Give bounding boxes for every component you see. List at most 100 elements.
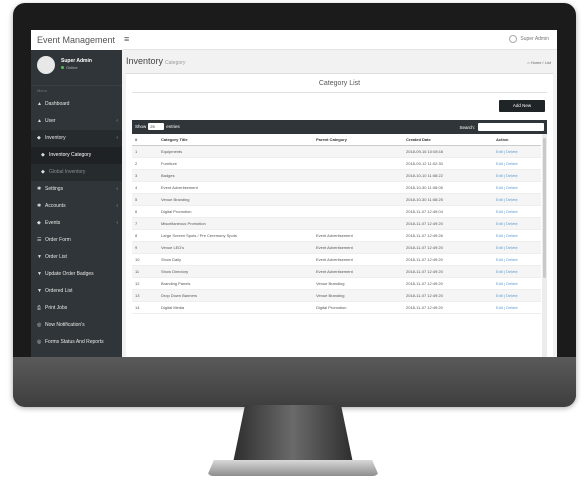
avatar [37,56,55,74]
sidebar-item-ordered-list[interactable]: ▼ Ordered List [31,283,122,300]
row-actions[interactable]: Edit | Delete [493,301,541,314]
chevron-left-icon: ‹ [116,186,118,192]
table-cell: Event Advertisement [313,241,403,254]
dashboard-icon: ▲ [37,101,42,107]
table-row: 12 Branding Panels Venue Branding 2018-11-0… [132,277,541,290]
sidebar-nav: ▲ Dashboard ▲ User ‹ ◆ Inventory ‹ ◆ Inventory Ca… [31,96,122,351]
sidebar: Super Admin Online Menu ▲ Dashboard ▲ User ‹… [31,50,122,357]
table-cell: 7 [132,217,158,230]
row-actions[interactable]: Edit | Delete [493,265,541,278]
gear-icon: ✱ [37,186,42,192]
row-actions[interactable]: Edit | Delete [493,253,541,266]
sidebar-item-accounts[interactable]: ✱ Accounts ‹ [31,198,122,215]
panel-title: Category List [318,80,361,87]
breadcrumb-text[interactable]: Home / List [531,60,551,65]
table-cell [313,169,403,182]
row-actions[interactable]: Edit | Delete [493,193,541,206]
sidebar-item-inventory[interactable]: ◆ Inventory ‹ [31,130,122,147]
user-menu[interactable]: Super Admin [509,35,549,43]
show-label: Show [135,124,147,129]
sidebar-item-now-notification-s[interactable]: ◎ Now Notification's [31,317,122,334]
sidebar-item-global-inventory[interactable]: ◆ Global Inventory [31,164,122,181]
sidebar-item-settings[interactable]: ✱ Settings ‹ [31,181,122,198]
sidebar-item-label: Ordered List [45,288,73,294]
category-table: # Category Title Parent Category Created Da… [132,134,541,314]
notification-icon: ◎ [37,322,42,328]
sidebar-item-events[interactable]: ◆ Events ‹ [31,215,122,232]
user-name: Super Admin [520,36,549,42]
row-actions[interactable]: Edit | Delete [493,205,541,218]
table-cell: 2 [132,157,158,170]
inventory-icon: ◆ [37,135,41,141]
row-actions[interactable]: Edit | Delete [493,217,541,230]
table-cell: Digital Media [158,301,313,314]
column-header[interactable]: Category Title [158,134,313,146]
sidebar-item-forms-status-and-reports[interactable]: ◎ Forms Status And Reports [31,334,122,351]
chevron-left-icon: ‹ [116,135,118,141]
sidebar-item-order-list[interactable]: ▼ Order List [31,249,122,266]
globe-icon: ◆ [41,169,45,175]
sidebar-item-label: Dashboard [45,101,70,107]
table-cell: 12 [132,277,158,290]
row-actions[interactable]: Edit | Delete [493,229,541,242]
menu-toggle-icon[interactable]: ≡ [124,34,129,44]
page-subtitle: Category [165,60,186,66]
row-actions[interactable]: Edit | Delete [493,241,541,254]
table-cell: 10 [132,253,158,266]
sidebar-item-order-form[interactable]: ☰ Order Form [31,232,122,249]
sidebar-item-label: Update Order Badges [45,271,94,277]
sidebar-item-user[interactable]: ▲ User ‹ [31,113,122,130]
column-header[interactable]: Action [493,134,541,146]
menu-header: Menu [37,88,48,93]
row-actions[interactable]: Edit | Delete [493,289,541,302]
search-input[interactable] [478,123,544,131]
row-actions[interactable]: Edit | Delete [493,157,541,170]
add-new-button[interactable]: Add New [499,100,545,112]
sidebar-item-inventory-category[interactable]: ◆ Inventory Category [31,147,122,164]
table-cell: 2018-11-07 12:49:04 [403,205,493,218]
datatable-toolbar: Show 25 entries Search: [132,120,547,134]
sidebar-item-label: Now Notification's [45,322,85,328]
sidebar-item-update-order-badges[interactable]: ▼ Update Order Badges [31,266,122,283]
table-cell: 2018-10-10 11:08:22 [403,169,493,182]
column-header[interactable]: # [132,134,158,146]
accounts-icon: ✱ [37,203,42,209]
scrollbar[interactable] [542,134,547,357]
table-cell: 2018-09-16 10:08:16 [403,145,493,158]
category-icon: ◆ [41,152,45,158]
table-cell: 2018-10-30 11:08:25 [403,193,493,206]
row-actions[interactable]: Edit | Delete [493,277,541,290]
chevron-left-icon: ‹ [116,220,118,226]
table-cell: Event Advertisement [158,181,313,194]
column-header[interactable]: Parent Category [313,134,403,146]
table-cell: Furniture [158,157,313,170]
row-actions[interactable]: Edit | Delete [493,181,541,194]
screen: Event Management ≡ Super Admin Super Adm… [31,30,557,357]
category-list-panel: Category List Add New Show 25 entries Se… [126,73,553,357]
app-title[interactable]: Event Management [31,30,123,50]
table-row: 11 Show Directory Event Advertisement 2018-… [132,265,541,278]
column-header[interactable]: Created Date [403,134,493,146]
chevron-left-icon: ‹ [116,203,118,209]
scrollbar-thumb[interactable] [543,138,546,278]
chevron-left-icon: ‹ [116,118,118,124]
table-cell: Miscellaneous Promotion [158,217,313,230]
breadcrumb[interactable]: ⌂ Home / List [527,60,551,65]
row-actions[interactable]: Edit | Delete [493,169,541,182]
sidebar-item-label: User [45,118,56,124]
monitor-stand-base [207,460,379,476]
table-cell: Drop Down Banners [158,289,313,302]
table-cell: Large Screen Spots / Pre Ceremony Spots [158,229,313,242]
sidebar-item-print-jobs[interactable]: ⎙ Print Jobs [31,300,122,317]
table-cell [313,217,403,230]
table-cell: 2018-11-07 12:49:20 [403,217,493,230]
order-list-icon: ▼ [37,254,42,260]
table-header-row: # Category Title Parent Category Created Da… [132,134,541,146]
sidebar-item-dashboard[interactable]: ▲ Dashboard [31,96,122,113]
table-cell [313,181,403,194]
sidebar-item-label: Global Inventory [49,169,86,175]
row-actions[interactable]: Edit | Delete [493,145,541,158]
page-size-select[interactable]: 25 [148,123,165,130]
table-cell: Show Directory [158,265,313,278]
table-cell [313,193,403,206]
